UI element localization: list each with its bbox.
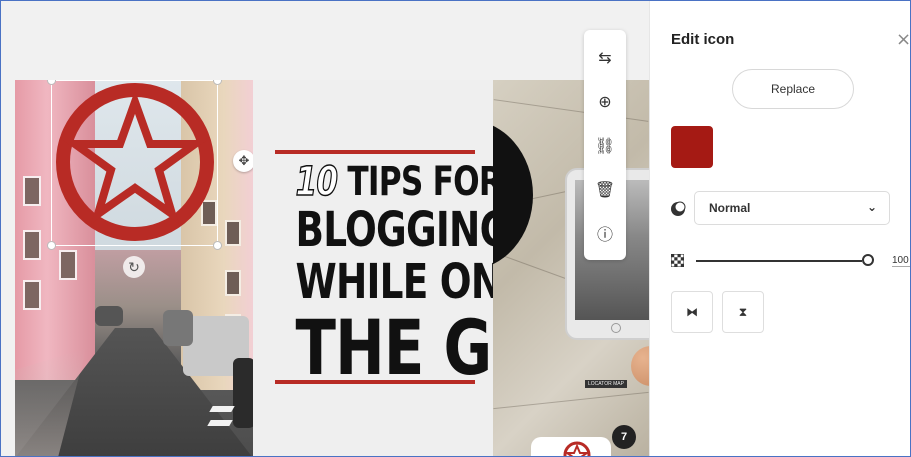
flip-vertical-button[interactable]: ⧗ [722, 291, 764, 333]
flip-horizontal-icon: ⧓ [686, 305, 698, 319]
trash-icon[interactable]: 🗑 [584, 172, 626, 206]
link-icon[interactable]: ⛓ [584, 128, 626, 162]
car [163, 310, 193, 346]
tablet-home-button [611, 323, 621, 333]
info-icon[interactable]: ⓘ [584, 216, 626, 250]
opacity-slider-thumb[interactable] [862, 254, 874, 266]
window [23, 230, 41, 260]
title-number: 10 [295, 159, 339, 205]
flip-horizontal-button[interactable]: ⧓ [671, 291, 713, 333]
resize-handle[interactable] [213, 241, 222, 250]
color-swatch[interactable] [671, 126, 713, 168]
app-frame: ↻ ✥ 10 TIPS FOR BLOGGING WHILE ON THE GO [0, 0, 911, 457]
vinyl-record [493, 120, 533, 270]
title-text[interactable]: 10 TIPS FOR BLOGGING WHILE ON THE GO [273, 159, 542, 392]
star-thumbnail-icon [563, 441, 591, 456]
map-label: LOCATOR MAP [585, 380, 627, 388]
title-card[interactable]: 10 TIPS FOR BLOGGING WHILE ON THE GO [253, 80, 542, 456]
window [23, 280, 41, 310]
window [225, 220, 241, 246]
title-line-2: BLOGGING [295, 202, 510, 258]
swap-icon[interactable]: ⇆ [584, 40, 626, 74]
page-thumbnail-tab[interactable] [531, 437, 611, 456]
chevron-down-icon: ⌄ [866, 200, 877, 214]
design-page: ↻ ✥ 10 TIPS FOR BLOGGING WHILE ON THE GO [15, 80, 649, 456]
move-handle-icon[interactable]: ✥ [233, 150, 255, 172]
window [23, 176, 41, 206]
opacity-value[interactable]: 100 [892, 255, 910, 267]
opacity-icon [671, 254, 684, 267]
replace-button[interactable]: Replace [732, 69, 854, 109]
selection-box [47, 80, 222, 250]
car [233, 358, 253, 428]
car [95, 306, 123, 326]
lane-marking [207, 420, 233, 426]
floating-toolbar: ⇆ ⊕ ⛓ 🗑 ⓘ [584, 30, 626, 260]
close-icon[interactable]: × [896, 29, 910, 50]
opacity-slider-track[interactable] [696, 260, 862, 262]
blend-mode-select[interactable]: Normal ⌄ [694, 191, 890, 225]
title-line-1-text: TIPS FOR [347, 159, 503, 205]
title-line-4: THE GO [295, 303, 541, 392]
edit-icon-panel: Edit icon × Replace Normal ⌄ 100 ⧓ ⧗ [649, 1, 910, 456]
window [225, 270, 241, 296]
resize-handle[interactable] [47, 80, 56, 85]
resize-handle[interactable] [47, 241, 56, 250]
design-canvas: ↻ ✥ 10 TIPS FOR BLOGGING WHILE ON THE GO [1, 1, 649, 456]
blend-mode-value: Normal [709, 201, 751, 215]
title-line-1: 10 TIPS FOR [295, 159, 503, 205]
map-road [493, 391, 649, 410]
bottom-rule [275, 380, 475, 384]
window [59, 250, 77, 280]
flip-vertical-icon: ⧗ [738, 304, 748, 319]
duplicate-icon[interactable]: ⊕ [584, 84, 626, 118]
lane-marking [209, 406, 235, 412]
rotate-handle-icon[interactable]: ↻ [123, 256, 145, 278]
blend-mode-icon [671, 201, 686, 216]
page-count-badge[interactable]: 7 [612, 425, 636, 449]
panel-title: Edit icon [671, 31, 735, 48]
finger [631, 346, 649, 386]
title-line-3: WHILE ON [295, 254, 502, 310]
top-rule [275, 150, 475, 154]
